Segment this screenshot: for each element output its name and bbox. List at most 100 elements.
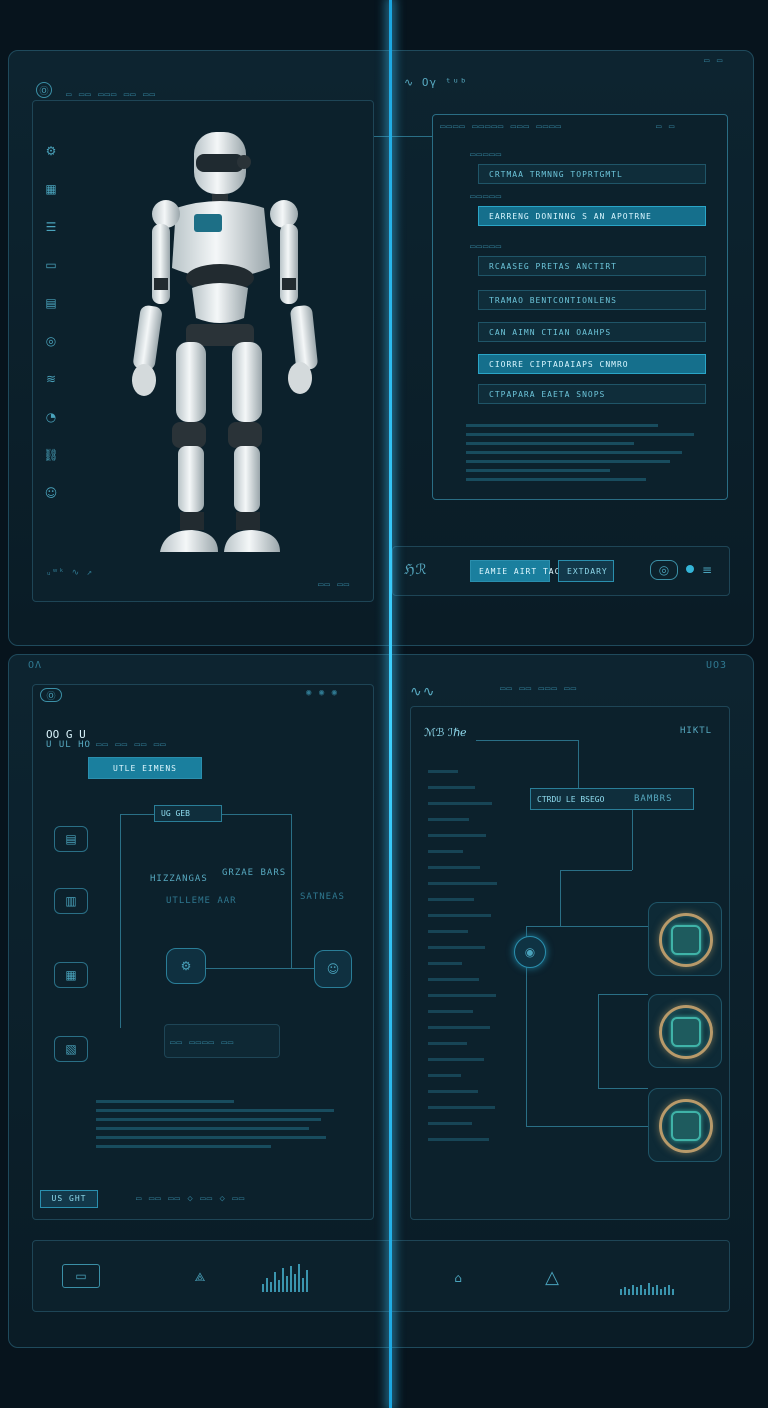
form-field[interactable]: CAN AIMN CTIAN OAAHPS — [478, 322, 706, 342]
workflow-logo-icon[interactable]: Ⓞ — [40, 688, 62, 702]
stack-icon[interactable]: ≡ — [700, 562, 714, 578]
primary-action-button[interactable]: EAMIE AIRT TACTS — [470, 560, 571, 582]
face-icon[interactable]: ☺ — [40, 482, 62, 504]
data-mark — [428, 1026, 490, 1029]
form-field[interactable]: CTPAPARA EAETA SNOPS — [478, 384, 706, 404]
layers-icon[interactable]: ≋ — [40, 368, 62, 390]
flow-processor-icon[interactable]: ⚙ — [166, 948, 206, 984]
center-divider — [389, 0, 392, 1408]
network-icon[interactable]: ⟁ — [178, 1266, 222, 1288]
text-line — [466, 442, 634, 445]
action-bar-logo: ℌℛ — [404, 562, 428, 578]
data-mark — [428, 770, 458, 773]
text-line — [96, 1127, 309, 1130]
sidebar: ⚙ ▦ ☰ ▭ ▤ ◎ ≋ ◔ ⛓ ☺ — [40, 140, 68, 520]
connector-line — [374, 136, 432, 137]
map-line-6 — [526, 926, 648, 927]
form-field[interactable]: RCAASEG PRETAS ANCTIRT — [478, 256, 706, 276]
data-mark — [428, 850, 463, 853]
data-mark — [428, 994, 496, 997]
workflow-log — [96, 1100, 346, 1154]
text-line — [466, 469, 610, 472]
monitor-icon[interactable]: ▭ — [62, 1264, 100, 1288]
form-field[interactable]: EARRENG DONINNG S AN APOTRNE — [478, 206, 706, 226]
text-line — [466, 460, 670, 463]
chip-module-icon[interactable] — [648, 1088, 722, 1162]
top-right-header: ∿ Oγ ᵗᵘᵇ — [404, 76, 468, 89]
data-mark — [428, 962, 462, 965]
data-mark — [428, 834, 486, 837]
sidebar-node-3-icon[interactable]: ▦ — [54, 962, 88, 988]
folder-icon[interactable]: ▭ — [40, 254, 62, 276]
app-logo-icon[interactable]: Ⓞ — [36, 82, 52, 98]
workflow-logo-label: Ⓞ — [46, 691, 56, 702]
form-field[interactable]: CRTMAA TRMNNG TOPRTGMTL — [478, 164, 706, 184]
flow-label-3: UTLLEME AAR — [166, 896, 237, 906]
flow-label-1: HIZZANGAS — [150, 874, 208, 884]
data-mark — [428, 1138, 489, 1141]
workflow-footer-controls[interactable]: ▭ ▭▭ ▭▭ ◇ ▭▭ ◇ ▭▭ — [136, 1194, 245, 1204]
data-mark — [428, 1042, 467, 1045]
corner-label-bottom-left: OΛ — [28, 660, 43, 671]
data-mark — [428, 1090, 478, 1093]
sidebar-node-4-icon[interactable]: ▧ — [54, 1036, 88, 1062]
robot-panel-footer: ᵤʷᵏ ∿ ↗ — [46, 568, 94, 578]
data-mark — [428, 1122, 472, 1125]
workflow-button[interactable]: UTLE EIMENS — [88, 757, 202, 779]
form-field[interactable]: TRAMAO BENTCONTIONLENS — [478, 290, 706, 310]
map-node-main-extra: BAMBRS — [634, 794, 673, 804]
data-mark — [428, 978, 479, 981]
top-right-corner-label: ▭ ▭ — [704, 56, 724, 66]
form-panel-title-bar: ▭▭▭▭ ▭▭▭▭▭ ▭▭▭ ▭▭▭▭ — [440, 122, 562, 132]
form-panel-header-right: ▭ ▭ — [656, 122, 676, 132]
data-mark — [428, 914, 491, 917]
workflow-subtitle: U UL HO — [46, 740, 91, 750]
equalizer-icon[interactable] — [262, 1264, 310, 1294]
sidebar-node-1-icon[interactable]: ▤ — [54, 826, 88, 852]
form-field-label: ▭▭▭▭▭ — [470, 242, 503, 252]
node-map-data-column — [428, 770, 498, 1154]
map-line-10 — [598, 1088, 648, 1089]
flow-node-start[interactable]: UG GEB — [154, 805, 222, 822]
flow-line-mid — [200, 968, 292, 969]
text-line — [96, 1109, 334, 1112]
text-line — [466, 433, 694, 436]
bottom-right-header: ∿∿ — [410, 684, 436, 700]
home-icon[interactable]: ⌂ — [444, 1264, 472, 1292]
sidebar-node-2-icon[interactable]: ▥ — [54, 888, 88, 914]
text-line — [466, 424, 658, 427]
map-line-8 — [598, 994, 648, 995]
robot-panel-footer-right: ▭▭ ▭▭ — [318, 580, 351, 590]
text-line — [466, 478, 646, 481]
secondary-action-button[interactable]: EXTDARY — [558, 560, 614, 582]
chip-module-icon[interactable] — [648, 902, 722, 976]
workflow-footer-button[interactable]: US GHT — [40, 1190, 98, 1208]
user-icon[interactable]: ◔ — [40, 406, 62, 428]
robot-illustration — [132, 132, 318, 552]
chip-module-icon[interactable] — [648, 994, 722, 1068]
window-controls[interactable]: ◉ ◉ ◉ — [306, 688, 338, 698]
data-mark — [428, 1010, 473, 1013]
form-field[interactable]: CIORRE CIPTADAIAPS CNMRO — [478, 354, 706, 374]
settings-icon[interactable]: ⚙ — [40, 140, 62, 162]
text-line — [96, 1100, 234, 1103]
list-icon[interactable]: ☰ — [40, 216, 62, 238]
signal-icon[interactable] — [620, 1276, 676, 1296]
map-hub-icon[interactable]: ◉ — [514, 936, 546, 968]
map-line-11 — [526, 1126, 648, 1127]
flow-output-icon[interactable]: ☺ — [314, 950, 352, 988]
data-mark — [428, 1058, 484, 1061]
warning-icon[interactable]: △ — [534, 1262, 570, 1292]
controller-icon[interactable]: ◎ — [650, 560, 678, 580]
target-icon[interactable]: ◎ — [40, 330, 62, 352]
form-description — [466, 424, 706, 487]
chart-icon[interactable]: ▤ — [40, 292, 62, 314]
data-mark — [428, 946, 485, 949]
flow-label-2: GRZAE BARS — [222, 868, 287, 878]
bottom-right-header-tabs: ▭▭ ▭▭ ▭▭▭ ▭▭ — [500, 684, 578, 694]
map-line-9 — [598, 994, 599, 1088]
link-icon[interactable]: ⛓ — [40, 444, 62, 466]
map-line-2 — [578, 740, 579, 792]
grid-icon[interactable]: ▦ — [40, 178, 62, 200]
data-mark — [428, 818, 469, 821]
